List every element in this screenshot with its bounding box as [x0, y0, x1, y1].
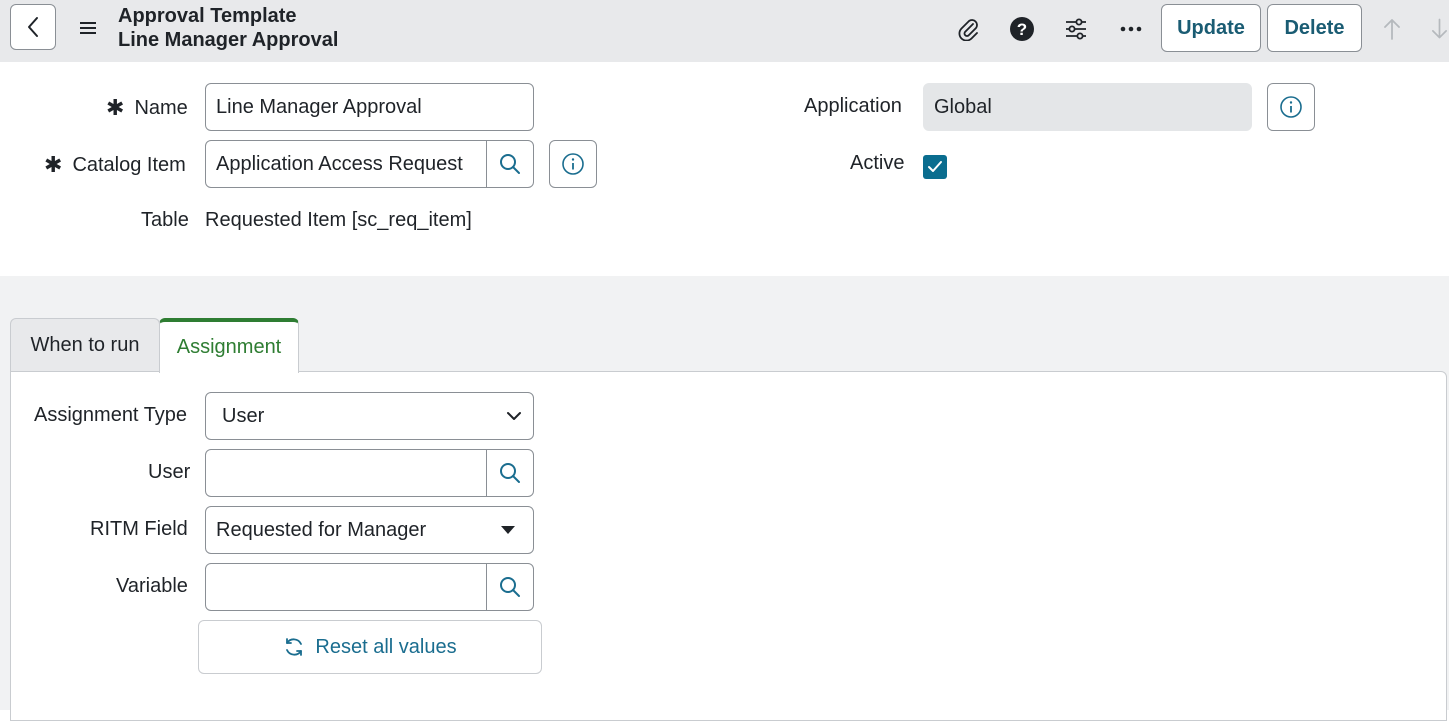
application-info-button[interactable]: [1267, 83, 1315, 131]
variable-search-button[interactable]: [486, 564, 533, 610]
assignment-type-select[interactable]: User: [205, 392, 534, 440]
checkmark-icon: [928, 161, 942, 172]
back-button[interactable]: [10, 4, 56, 50]
tab-when-to-run[interactable]: When to run: [10, 318, 160, 372]
paperclip-icon[interactable]: [955, 16, 981, 42]
assignment-type-value: User: [222, 404, 265, 427]
reset-all-values-button[interactable]: Reset all values: [198, 620, 542, 674]
user-lookup[interactable]: [205, 449, 534, 497]
delete-button[interactable]: Delete: [1267, 4, 1362, 52]
more-options-icon[interactable]: [1118, 16, 1144, 42]
refresh-icon: [283, 636, 305, 658]
record-name-title: Line Manager Approval: [118, 29, 339, 51]
catalog-item-label-text: Catalog Item: [72, 154, 186, 176]
catalog-item-info-button[interactable]: [549, 140, 597, 188]
back-icon: [28, 17, 38, 37]
catalog-item-lookup[interactable]: Application Access Request: [205, 140, 534, 188]
chevron-down-icon: [503, 405, 525, 427]
catalog-item-field-label: ✱ Catalog Item: [44, 152, 186, 178]
svg-text:?: ?: [1017, 20, 1027, 39]
active-checkbox[interactable]: [923, 155, 947, 179]
ritm-field-label: RITM Field: [90, 518, 188, 540]
reset-all-values-label: Reset all values: [315, 635, 457, 658]
application-field-label: Application: [804, 95, 902, 117]
search-icon: [500, 577, 520, 597]
catalog-item-search-button[interactable]: [486, 141, 533, 187]
catalog-item-input[interactable]: Application Access Request: [206, 141, 486, 187]
ritm-field-value: Requested for Manager: [216, 518, 427, 541]
search-icon: [500, 463, 520, 483]
required-icon: ✱: [106, 95, 125, 120]
info-icon: [562, 153, 584, 175]
required-icon: ✱: [44, 152, 63, 177]
variable-lookup[interactable]: [205, 563, 534, 611]
assignment-type-label: Assignment Type: [34, 404, 188, 426]
search-icon: [500, 154, 520, 174]
help-icon[interactable]: ?: [1009, 16, 1035, 42]
info-icon: [1280, 96, 1302, 118]
active-field-label: Active: [850, 152, 905, 174]
arrow-down-icon[interactable]: [1430, 16, 1449, 42]
name-label-text: Name: [134, 97, 188, 119]
variable-label: Variable: [116, 575, 188, 597]
ritm-field-select[interactable]: Requested for Manager: [205, 506, 534, 554]
table-value: Requested Item [sc_req_item]: [205, 209, 472, 231]
caret-down-icon: [497, 519, 519, 541]
variable-input[interactable]: [206, 564, 486, 610]
settings-sliders-icon[interactable]: [1063, 16, 1089, 42]
update-button[interactable]: Update: [1161, 4, 1261, 52]
user-input[interactable]: [206, 450, 486, 496]
application-readonly-field: Global: [923, 83, 1252, 131]
tab-assignment[interactable]: Assignment: [159, 318, 299, 373]
hamburger-menu-icon[interactable]: [78, 18, 98, 38]
arrow-up-icon[interactable]: [1379, 16, 1405, 42]
user-label: User: [148, 461, 191, 483]
page-title: Approval Template Line Manager Approval: [118, 4, 338, 52]
record-type-title: Approval Template: [118, 5, 297, 27]
name-input[interactable]: Line Manager Approval: [205, 83, 534, 131]
name-field-label: ✱ Name: [106, 95, 188, 121]
user-search-button[interactable]: [486, 450, 533, 496]
table-field-label: Table: [141, 209, 189, 231]
form-header: Approval Template Line Manager Approval …: [0, 0, 1449, 62]
